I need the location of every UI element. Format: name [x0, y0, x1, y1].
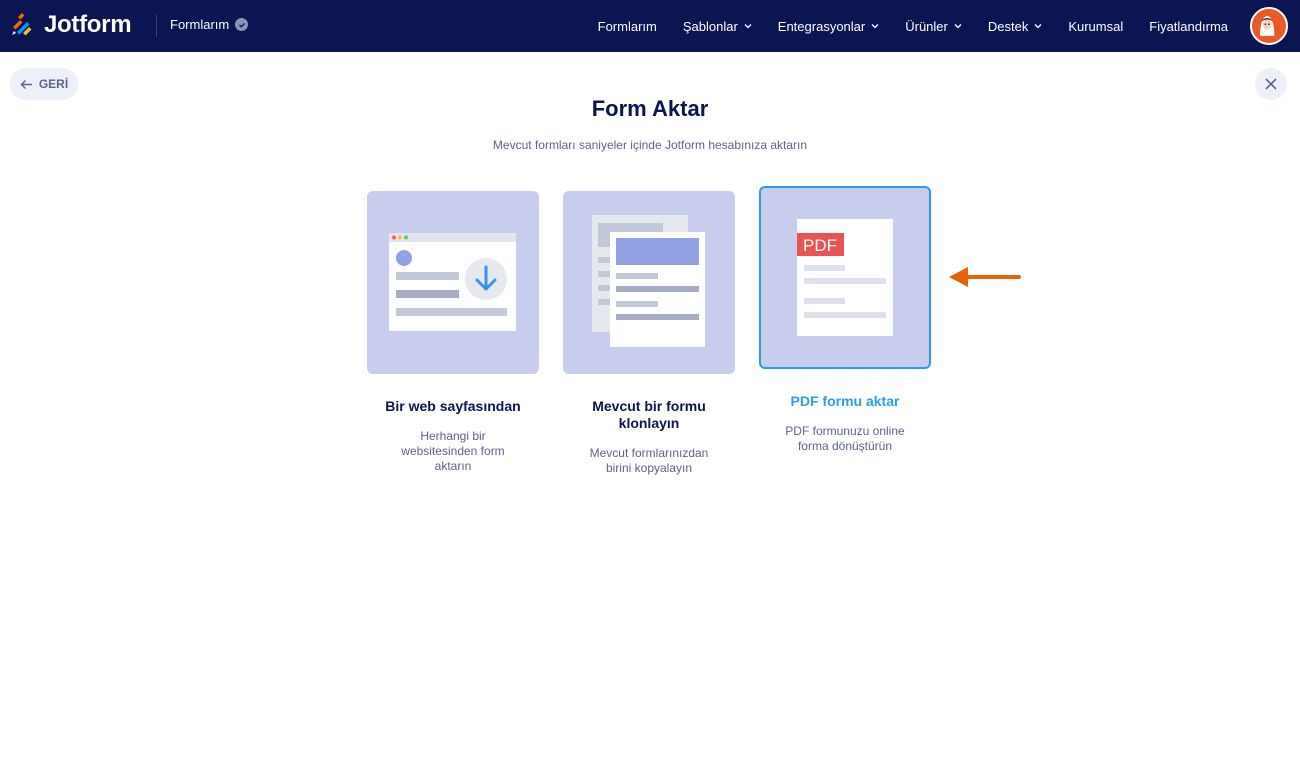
close-icon [1265, 78, 1277, 90]
back-label: GERİ [38, 77, 69, 91]
webpage-illustration [367, 191, 539, 374]
nav-item-destek[interactable]: Destek [988, 0, 1042, 52]
nav-label: Destek [987, 18, 1029, 34]
avatar-face-icon [1252, 9, 1283, 40]
card-title: Mevcut bir formu klonlayın [592, 398, 706, 431]
page-subtitle: Mevcut formları saniyeler içinde Jotform… [492, 138, 808, 152]
chevron-down-icon [1034, 24, 1042, 29]
chevron-down-icon [954, 24, 962, 29]
breadcrumb-label: Formlarım [170, 17, 230, 32]
card-description: PDF formunuzu online forma dönüştürün [785, 424, 905, 453]
pointer-arrow-icon [949, 267, 1021, 287]
import-option-pdf[interactable]: PDF PDF formu aktar PDF formunuzu online… [759, 186, 931, 454]
breadcrumb-my-forms[interactable]: Formlarım [170, 17, 249, 32]
nav-item-fiyatlandirma[interactable]: Fiyatlandırma [1149, 0, 1228, 52]
card-title: PDF formu aktar [790, 393, 900, 409]
pdf-illustration: PDF [759, 186, 931, 369]
top-navbar: Jotform Formlarım Formlarım Şablonlar En… [0, 0, 1300, 52]
jotform-logo-icon [12, 13, 32, 36]
card-title: Bir web sayfasından [385, 398, 521, 414]
main-nav: Formlarım Şablonlar Entegrasyonlar Ürünl… [572, 0, 1228, 52]
jotform-logo[interactable]: Jotform [10, 10, 132, 40]
nav-item-formlarim[interactable]: Formlarım [598, 0, 657, 52]
nav-label: Kurumsal [1068, 18, 1124, 34]
pdf-document-icon: PDF [797, 219, 893, 336]
nav-item-urunler[interactable]: Ürünler [905, 0, 962, 52]
nav-label: Şablonlar [682, 18, 738, 34]
chevron-down-icon [744, 24, 752, 29]
nav-label: Formlarım [597, 18, 657, 34]
clone-form-icon [592, 215, 705, 347]
logo-text: Jotform [44, 11, 132, 38]
header-divider [156, 15, 157, 37]
arrow-left-icon [20, 79, 32, 89]
card-description: Mevcut formlarınızdan birini kopyalayın [589, 446, 709, 475]
nav-label: Ürünler [905, 18, 948, 34]
import-option-webpage[interactable]: Bir web sayfasından Herhangi bir website… [367, 191, 539, 474]
nav-item-sablonlar[interactable]: Şablonlar [683, 0, 752, 52]
pdf-badge-text: PDF [803, 236, 837, 255]
nav-label: Entegrasyonlar [777, 18, 866, 34]
import-option-clone-form[interactable]: Mevcut bir formu klonlayın Mevcut formla… [563, 191, 735, 476]
user-avatar[interactable] [1250, 7, 1288, 45]
nav-item-entegrasyonlar[interactable]: Entegrasyonlar [778, 0, 879, 52]
chevron-down-icon [871, 24, 879, 29]
page-title: Form Aktar [591, 96, 709, 121]
verified-check-icon [235, 18, 249, 31]
nav-item-kurumsal[interactable]: Kurumsal [1068, 0, 1123, 52]
card-description: Herhangi bir websitesinden form aktarın [401, 429, 505, 473]
clone-illustration [563, 191, 735, 374]
nav-label: Fiyatlandırma [1149, 18, 1228, 34]
browser-download-icon [389, 233, 516, 331]
